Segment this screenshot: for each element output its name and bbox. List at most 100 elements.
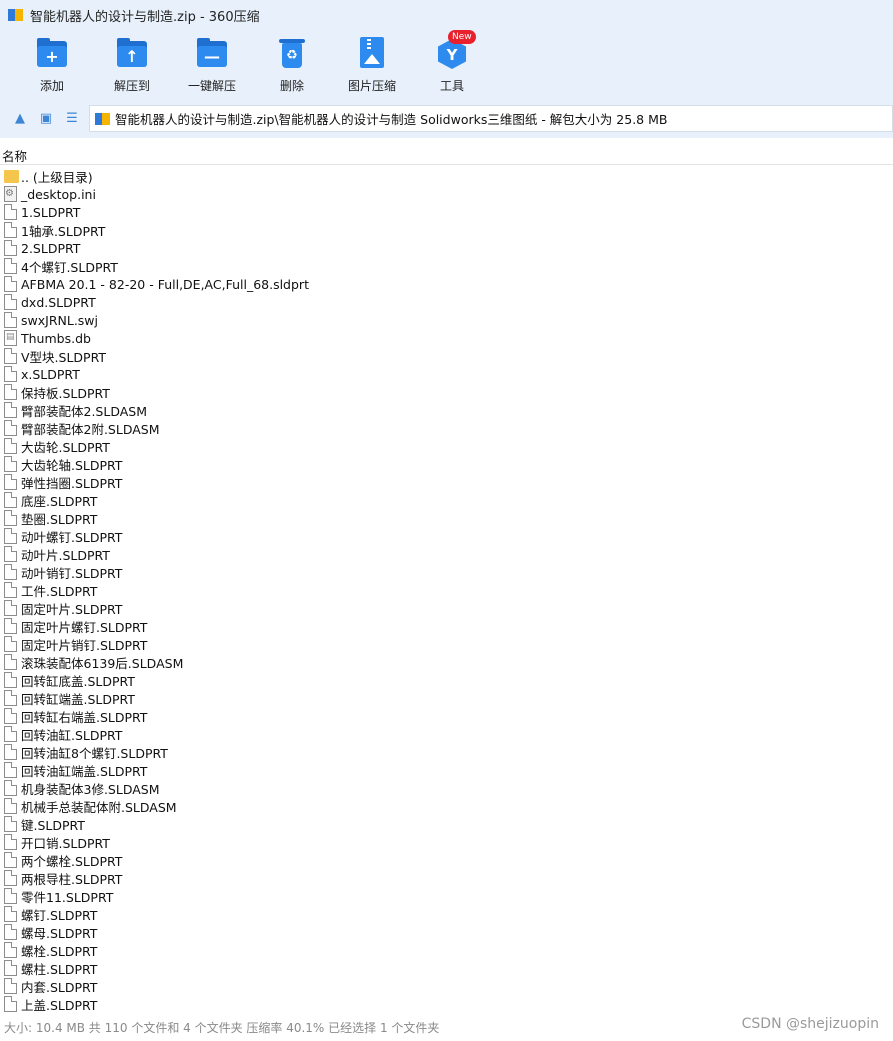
- file-icon: [4, 690, 17, 706]
- new-badge: New: [448, 30, 476, 44]
- file-icon: [4, 708, 17, 724]
- file-name: 两个螺栓.SLDPRT: [21, 853, 123, 869]
- file-row[interactable]: 螺母.SLDPRT: [0, 923, 893, 941]
- file-name: _desktop.ini: [21, 186, 96, 202]
- file-row[interactable]: 大齿轮.SLDPRT: [0, 437, 893, 455]
- file-row[interactable]: 机身装配体3修.SLDASM: [0, 779, 893, 797]
- file-name: 螺钉.SLDPRT: [21, 907, 98, 923]
- file-row[interactable]: 两根导柱.SLDPRT: [0, 869, 893, 887]
- file-row[interactable]: 工件.SLDPRT: [0, 581, 893, 599]
- file-row[interactable]: 臂部装配体2附.SLDASM: [0, 419, 893, 437]
- file-row[interactable]: 保持板.SLDPRT: [0, 383, 893, 401]
- settings-file-icon: [4, 186, 17, 202]
- file-row[interactable]: 回转缸端盖.SLDPRT: [0, 689, 893, 707]
- file-row[interactable]: 螺柱.SLDPRT: [0, 959, 893, 977]
- file-row[interactable]: 4个螺钉.SLDPRT: [0, 257, 893, 275]
- file-row[interactable]: dxd.SLDPRT: [0, 293, 893, 311]
- file-icon: [4, 348, 17, 364]
- file-row[interactable]: 固定叶片.SLDPRT: [0, 599, 893, 617]
- file-icon: [4, 438, 17, 454]
- file-icon: [4, 582, 17, 598]
- delete-button[interactable]: ♻ 删除: [252, 36, 332, 96]
- file-row[interactable]: 回转油缸8个螺钉.SLDPRT: [0, 743, 893, 761]
- path-text: 智能机器人的设计与制造.zip\智能机器人的设计与制造 Solidworks三维…: [115, 112, 668, 127]
- file-row[interactable]: _desktop.ini: [0, 185, 893, 203]
- file-row[interactable]: 2.SLDPRT: [0, 239, 893, 257]
- file-row[interactable]: Thumbs.db: [0, 329, 893, 347]
- file-row[interactable]: 零件11.SLDPRT: [0, 887, 893, 905]
- column-name-header[interactable]: 名称: [2, 146, 27, 165]
- file-row[interactable]: 动叶螺钉.SLDPRT: [0, 527, 893, 545]
- file-row[interactable]: 1.SLDPRT: [0, 203, 893, 221]
- file-row[interactable]: 大齿轮轴.SLDPRT: [0, 455, 893, 473]
- image-compress-button-label: 图片压缩: [347, 79, 396, 93]
- file-name: 两根导柱.SLDPRT: [21, 871, 123, 887]
- file-name: dxd.SLDPRT: [21, 294, 96, 310]
- file-row[interactable]: 固定叶片销钉.SLDPRT: [0, 635, 893, 653]
- file-name: 回转油缸8个螺钉.SLDPRT: [21, 745, 168, 761]
- file-row[interactable]: 弹性挡圈.SLDPRT: [0, 473, 893, 491]
- file-row[interactable]: 内套.SLDPRT: [0, 977, 893, 995]
- file-row[interactable]: .. (上级目录): [0, 167, 893, 185]
- view-icon[interactable]: ▣: [38, 110, 54, 126]
- add-button[interactable]: + 添加: [12, 36, 92, 96]
- file-row[interactable]: 回转缸右端盖.SLDPRT: [0, 707, 893, 725]
- file-name: 大齿轮轴.SLDPRT: [21, 457, 123, 473]
- file-icon: [4, 852, 17, 868]
- file-row[interactable]: 动叶销钉.SLDPRT: [0, 563, 893, 581]
- file-row[interactable]: 1轴承.SLDPRT: [0, 221, 893, 239]
- extract-to-button[interactable]: ↑ 解压到: [92, 36, 172, 96]
- file-row[interactable]: 螺钉.SLDPRT: [0, 905, 893, 923]
- file-row[interactable]: 开口销.SLDPRT: [0, 833, 893, 851]
- file-row[interactable]: 回转油缸端盖.SLDPRT: [0, 761, 893, 779]
- file-name: x.SLDPRT: [21, 366, 80, 382]
- file-row[interactable]: 键.SLDPRT: [0, 815, 893, 833]
- file-name: 动叶螺钉.SLDPRT: [21, 529, 123, 545]
- file-name: 固定叶片销钉.SLDPRT: [21, 637, 148, 653]
- file-icon: [4, 654, 17, 670]
- list-view-icon[interactable]: ☰: [64, 110, 80, 126]
- file-name: .. (上级目录): [21, 169, 93, 185]
- one-click-extract-icon: —: [195, 36, 229, 70]
- file-row[interactable]: 动叶片.SLDPRT: [0, 545, 893, 563]
- file-row[interactable]: x.SLDPRT: [0, 365, 893, 383]
- file-row[interactable]: 臂部装配体2.SLDASM: [0, 401, 893, 419]
- add-icon: +: [35, 36, 69, 70]
- file-name: 回转油缸.SLDPRT: [21, 727, 123, 743]
- file-icon: [4, 258, 17, 274]
- file-row[interactable]: swxJRNL.swj: [0, 311, 893, 329]
- file-icon: [4, 204, 17, 220]
- file-row[interactable]: 滚珠装配体6139后.SLDASM: [0, 653, 893, 671]
- file-row[interactable]: 上盖.SLDPRT: [0, 995, 893, 1013]
- extract-to-icon: ↑: [115, 36, 149, 70]
- path-field[interactable]: 智能机器人的设计与制造.zip\智能机器人的设计与制造 Solidworks三维…: [89, 105, 893, 132]
- file-row[interactable]: V型块.SLDPRT: [0, 347, 893, 365]
- file-name: 固定叶片螺钉.SLDPRT: [21, 619, 148, 635]
- tools-button[interactable]: Y 工具: [412, 36, 492, 96]
- file-row[interactable]: 螺栓.SLDPRT: [0, 941, 893, 959]
- file-icon: [4, 618, 17, 634]
- file-icon: [4, 366, 17, 382]
- image-compress-button[interactable]: 图片压缩: [332, 36, 412, 96]
- file-row[interactable]: 回转缸底盖.SLDPRT: [0, 671, 893, 689]
- file-name: 大齿轮.SLDPRT: [21, 439, 110, 455]
- file-name: 螺母.SLDPRT: [21, 925, 98, 941]
- status-bar: 大小: 10.4 MB 共 110 个文件和 4 个文件夹 压缩率 40.1% …: [0, 1013, 893, 1041]
- file-name: AFBMA 20.1 - 82-20 - Full,DE,AC,Full_68.…: [21, 276, 309, 292]
- file-icon: [4, 672, 17, 688]
- file-row[interactable]: 机械手总装配体附.SLDASM: [0, 797, 893, 815]
- file-row[interactable]: 垫圈.SLDPRT: [0, 509, 893, 527]
- file-icon: [4, 942, 17, 958]
- file-name: 零件11.SLDPRT: [21, 889, 114, 905]
- file-row[interactable]: 两个螺栓.SLDPRT: [0, 851, 893, 869]
- up-arrow-icon[interactable]: ▲: [12, 110, 28, 126]
- file-icon: [4, 474, 17, 490]
- file-row[interactable]: 回转油缸.SLDPRT: [0, 725, 893, 743]
- file-name: 臂部装配体2附.SLDASM: [21, 421, 160, 437]
- file-row[interactable]: 固定叶片螺钉.SLDPRT: [0, 617, 893, 635]
- one-click-extract-button[interactable]: — 一键解压: [172, 36, 252, 96]
- file-row[interactable]: 底座.SLDPRT: [0, 491, 893, 509]
- file-icon: [4, 906, 17, 922]
- file-name: 保持板.SLDPRT: [21, 385, 110, 401]
- file-row[interactable]: AFBMA 20.1 - 82-20 - Full,DE,AC,Full_68.…: [0, 275, 893, 293]
